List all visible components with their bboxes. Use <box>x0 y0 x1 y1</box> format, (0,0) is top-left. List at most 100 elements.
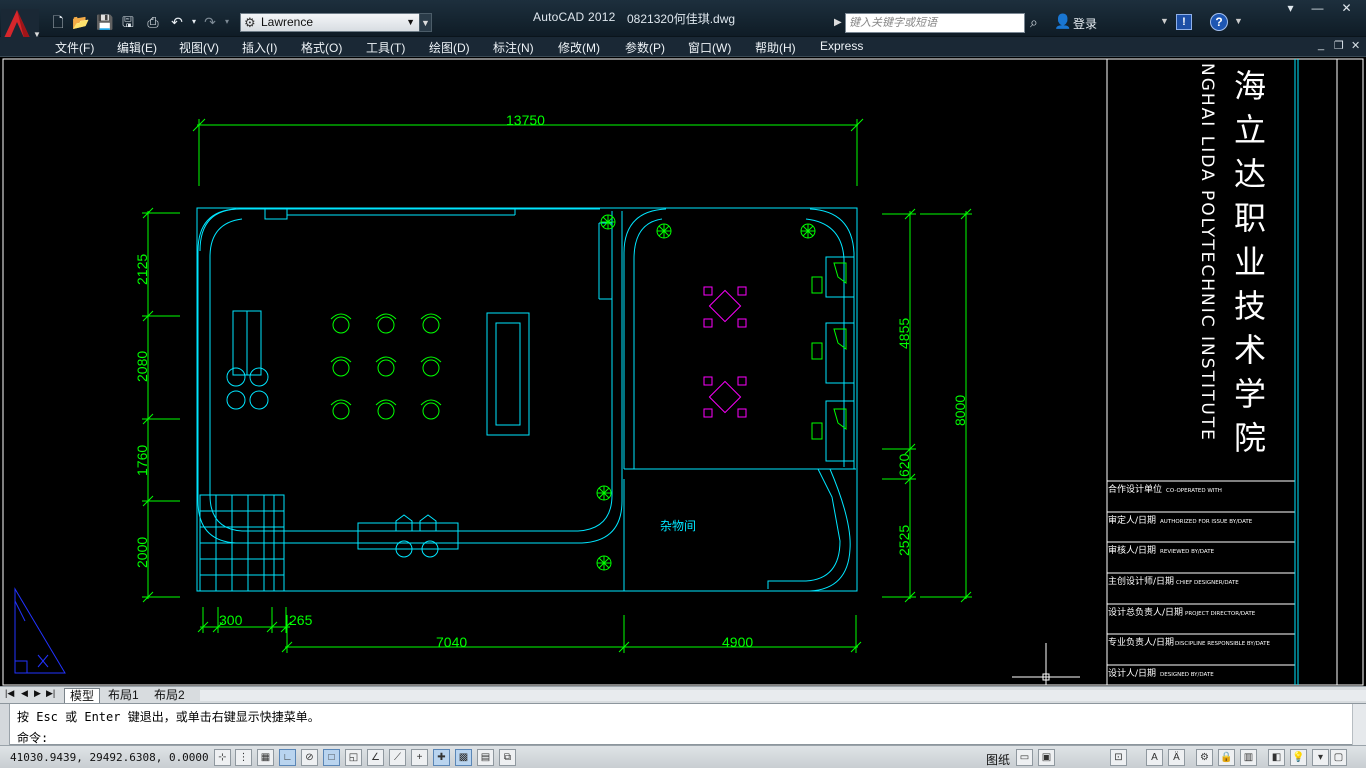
annotation-visibility-icon[interactable]: Ä <box>1168 749 1185 766</box>
menu-draw[interactable]: 绘图(D) <box>429 39 470 56</box>
dynamic-ucs-icon[interactable]: ⟋ <box>389 749 406 766</box>
dim-right-3: 2525 <box>896 525 912 556</box>
title-block-border <box>1294 59 1299 685</box>
menu-insert[interactable]: 插入(I) <box>242 39 277 56</box>
open-file-icon[interactable]: 📂 <box>71 12 91 32</box>
horizontal-scrollbar[interactable] <box>200 690 1366 701</box>
menu-express[interactable]: Express <box>820 39 863 53</box>
quick-view-layouts-icon[interactable]: ▭ <box>1016 749 1033 766</box>
lightbulb-icon[interactable]: 💡 <box>1290 749 1307 766</box>
workspace-name: Lawrence <box>261 15 314 29</box>
transparency-icon[interactable]: ▩ <box>455 749 472 766</box>
menu-help[interactable]: 帮助(H) <box>755 39 796 56</box>
lock-icon[interactable]: 🔒 <box>1218 749 1235 766</box>
menu-modify[interactable]: 修改(M) <box>558 39 600 56</box>
ortho-mode-icon[interactable]: ∟ <box>279 749 296 766</box>
login-dropdown-icon[interactable]: ▼ <box>1160 16 1169 26</box>
drawing-canvas[interactable]: 13750 2125 2080 1760 2000 4855 620 2525 … <box>0 56 1366 686</box>
clean-screen-icon[interactable]: ▢ <box>1330 749 1347 766</box>
floor-plan-drawing[interactable]: 13750 2125 2080 1760 2000 4855 620 2525 … <box>0 57 1366 687</box>
workspace-dropdown[interactable]: ⚙ Lawrence ▼ <box>240 13 420 32</box>
user-icon[interactable]: 👤 <box>1054 13 1071 30</box>
last-tab-icon[interactable]: ▶| <box>46 688 55 699</box>
tab-layout2[interactable]: 布局2 <box>149 688 190 703</box>
print-icon[interactable]: ⎙ <box>143 12 163 32</box>
tab-model[interactable]: 模型 <box>64 688 101 703</box>
binoculars-icon[interactable]: ⌕ <box>1030 14 1038 31</box>
first-tab-icon[interactable]: |◀ <box>5 688 14 699</box>
tab-layout1[interactable]: 布局1 <box>103 688 144 703</box>
restore-icon[interactable]: — <box>1304 0 1331 19</box>
menu-parametric[interactable]: 参数(P) <box>625 39 665 56</box>
save-icon[interactable]: 💾 <box>95 12 115 32</box>
grid-display-icon[interactable]: ▦ <box>257 749 274 766</box>
seat-grid <box>330 313 442 420</box>
svg-text:审核人/日期REVIEWED BY/DATE: 审核人/日期 REVIEWED BY/DATE <box>1108 544 1215 556</box>
help-icon[interactable]: ? <box>1210 13 1228 31</box>
doc-restore-icon[interactable]: ❐ <box>1334 39 1344 52</box>
paper-space-label[interactable]: 图纸 <box>986 751 1010 768</box>
storage-room-label: 杂物间 <box>660 519 696 533</box>
doc-minimize-icon[interactable]: _ <box>1318 39 1324 51</box>
prev-tab-icon[interactable]: ◀ <box>21 688 28 699</box>
lineweight-icon[interactable]: ✚ <box>433 749 450 766</box>
menu-tools[interactable]: 工具(T) <box>366 39 405 56</box>
menu-dimension[interactable]: 标注(N) <box>493 39 534 56</box>
menu-view[interactable]: 视图(V) <box>179 39 219 56</box>
selection-cycling-icon[interactable]: ⧉ <box>499 749 516 766</box>
svg-text:审定人/日期AUTHORIZED FOR ISSUE BY/: 审定人/日期 AUTHORIZED FOR ISSUE BY/DATE <box>1108 514 1253 526</box>
dim-left-3: 1760 <box>134 445 150 476</box>
command-history: 按 Esc 或 Enter 键退出，或单击右键显示快捷菜单。 <box>17 710 320 724</box>
svg-text:设计总负责人/日期PROJECT DIRECTOR/DATE: 设计总负责人/日期 PROJECT DIRECTOR/DATE <box>1108 606 1256 618</box>
autocad-logo-icon[interactable]: ▼ <box>0 0 40 42</box>
dim-right-1: 4855 <box>896 318 912 349</box>
new-file-icon[interactable]: 🗋 <box>48 12 68 32</box>
quick-access-customize-icon[interactable]: ▼ <box>419 13 432 32</box>
ucs-icon <box>14 587 66 674</box>
status-menu-icon[interactable]: ▾ <box>1312 749 1329 766</box>
object-snap-icon[interactable]: □ <box>323 749 340 766</box>
dynamic-input-icon[interactable]: + <box>411 749 428 766</box>
infer-constraints-icon[interactable]: ⊹ <box>214 749 231 766</box>
layout-tabs-bar: |◀ ◀ ▶ ▶| 模型 布局1 布局2 <box>0 686 1366 703</box>
annotation-scale-icon[interactable]: A <box>1146 749 1163 766</box>
redo-dropdown-icon[interactable]: ▾ <box>217 12 237 32</box>
quick-properties-icon[interactable]: ▤ <box>477 749 494 766</box>
command-scrollbar[interactable] <box>1352 704 1366 746</box>
lounge-table-sets <box>703 286 747 418</box>
plant-icons <box>596 214 816 571</box>
dim-right-total: 8000 <box>952 395 968 426</box>
3d-object-snap-icon[interactable]: ◱ <box>345 749 362 766</box>
menu-window[interactable]: 窗口(W) <box>688 39 731 56</box>
exchange-icon[interactable]: ! <box>1176 14 1192 30</box>
school-name-cn: 海立达职业技术学院 <box>1234 67 1274 457</box>
minimize-icon[interactable]: ▾ <box>1277 0 1304 19</box>
polar-tracking-icon[interactable]: ⊘ <box>301 749 318 766</box>
menu-edit[interactable]: 编辑(E) <box>117 39 157 56</box>
login-link[interactable]: 登录 <box>1073 15 1097 32</box>
next-tab-icon[interactable]: ▶ <box>34 688 41 699</box>
dim-top-total: 13750 <box>506 112 545 128</box>
menu-format[interactable]: 格式(O) <box>301 39 342 56</box>
dim-bottom-2: 265 <box>289 612 313 628</box>
svg-text:设计人/日期DESIGNED BY/DATE: 设计人/日期 DESIGNED BY/DATE <box>1108 667 1214 679</box>
menu-bar: 文件(F) 编辑(E) 视图(V) 插入(I) 格式(O) 工具(T) 绘图(D… <box>0 37 1366 56</box>
command-prompt[interactable]: 命令: <box>17 729 48 746</box>
workstations <box>811 262 847 440</box>
isolate-objects-icon[interactable]: ◧ <box>1268 749 1285 766</box>
doc-close-icon[interactable]: ✕ <box>1351 39 1360 52</box>
workspace-switching-gear-icon[interactable]: ⚙ <box>1196 749 1213 766</box>
quick-view-drawings-icon[interactable]: ▣ <box>1038 749 1055 766</box>
maximize-viewport-icon[interactable]: ⊡ <box>1110 749 1127 766</box>
coordinate-readout[interactable]: 41030.9439, 29492.6308, 0.0000 <box>10 751 209 764</box>
command-line-handle[interactable] <box>0 704 10 746</box>
menu-file[interactable]: 文件(F) <box>55 39 94 56</box>
search-input[interactable]: 键入关键字或短语 <box>845 13 1025 33</box>
dimension-texts: 13750 2125 2080 1760 2000 4855 620 2525 … <box>134 112 968 650</box>
hardware-acceleration-icon[interactable]: ▥ <box>1240 749 1257 766</box>
object-snap-tracking-icon[interactable]: ∠ <box>367 749 384 766</box>
save-as-icon[interactable]: 🖫 <box>118 12 138 32</box>
close-icon[interactable]: ✕ <box>1333 0 1360 19</box>
snap-mode-icon[interactable]: ⋮ <box>235 749 252 766</box>
help-dropdown-icon[interactable]: ▼ <box>1234 16 1243 26</box>
